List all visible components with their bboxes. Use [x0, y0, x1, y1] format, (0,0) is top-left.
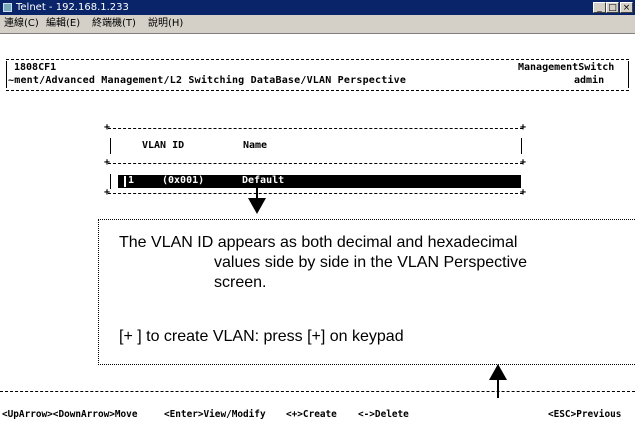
header-left-border: [6, 61, 7, 88]
table-corner: +: [104, 187, 111, 198]
close-icon[interactable]: ×: [620, 2, 633, 13]
menu-terminal[interactable]: 終端機(T): [92, 15, 136, 33]
header-bottom-border: [6, 90, 629, 91]
menu-help[interactable]: 說明(H): [148, 15, 183, 33]
annotation-callout: The VLAN ID appears as both decimal and …: [98, 219, 635, 365]
vlan-hex-cell: (0x001): [162, 175, 205, 186]
table-corner: +: [104, 157, 111, 168]
title-bar: Telnet - 192.168.1.233 _ □ ×: [0, 0, 635, 15]
callout-line-4: [+ ] to create VLAN: press [+] on keypad: [119, 328, 404, 345]
table-corner: +: [104, 122, 111, 133]
app-title: ManagementSwitch: [518, 62, 615, 73]
table-bottom-border: [108, 193, 523, 194]
table-corner: +: [520, 122, 527, 133]
footer-previous-hint: <ESC>Previous: [548, 409, 622, 420]
device-id: 1808CF1: [14, 62, 57, 73]
footer-create-hint: <+>Create: [286, 409, 337, 420]
vlan-name-cell: Default: [242, 175, 285, 186]
footer-move-hint: <UpArrow><DownArrow>Move: [2, 409, 138, 420]
header-right-border: [628, 61, 629, 88]
footer-delete-hint: <->Delete: [358, 409, 409, 420]
table-left-border: [110, 138, 111, 154]
table-left-border: [110, 174, 111, 189]
table-corner: +: [520, 187, 527, 198]
footer-view-modify-hint: <Enter>View/Modify: [164, 409, 266, 420]
text-cursor: [124, 176, 126, 187]
table-row[interactable]: 1 (0x001) Default: [118, 175, 521, 188]
minimize-icon[interactable]: _: [593, 2, 606, 13]
menu-bar: 連線(C) 編輯(E) 終端機(T) 說明(H): [0, 15, 635, 34]
user-name: admin: [574, 75, 605, 86]
callout-line-1: The VLAN ID appears as both decimal and …: [119, 234, 518, 251]
menu-edit[interactable]: 編輯(E): [46, 15, 80, 33]
telnet-window: Telnet - 192.168.1.233 _ □ × 連線(C) 編輯(E)…: [0, 0, 635, 437]
callout-arrow-up: [489, 364, 507, 380]
table-header-divider: [108, 163, 523, 164]
callout-line-3: screen.: [214, 274, 267, 291]
column-header-name: Name: [243, 140, 268, 151]
footer-divider: [0, 391, 635, 392]
window-title: Telnet - 192.168.1.233: [16, 2, 129, 13]
breadcrumb-path: ~ment/Advanced Management/L2 Switching D…: [8, 75, 407, 86]
table-top-border: [108, 128, 523, 129]
vlan-id-cell: 1: [128, 175, 135, 186]
menu-connect[interactable]: 連線(C): [4, 15, 39, 33]
callout-line-2: values side by side in the VLAN Perspect…: [214, 254, 528, 271]
callout-arrow-down-head: [248, 198, 266, 214]
table-right-border: [521, 138, 522, 154]
maximize-icon[interactable]: □: [606, 2, 619, 13]
table-corner: +: [520, 157, 527, 168]
telnet-app-icon: [3, 3, 12, 12]
header-top-border: [6, 59, 629, 60]
callout-arrow-up-shaft: [497, 380, 499, 398]
column-header-vlan-id: VLAN ID: [142, 140, 185, 151]
